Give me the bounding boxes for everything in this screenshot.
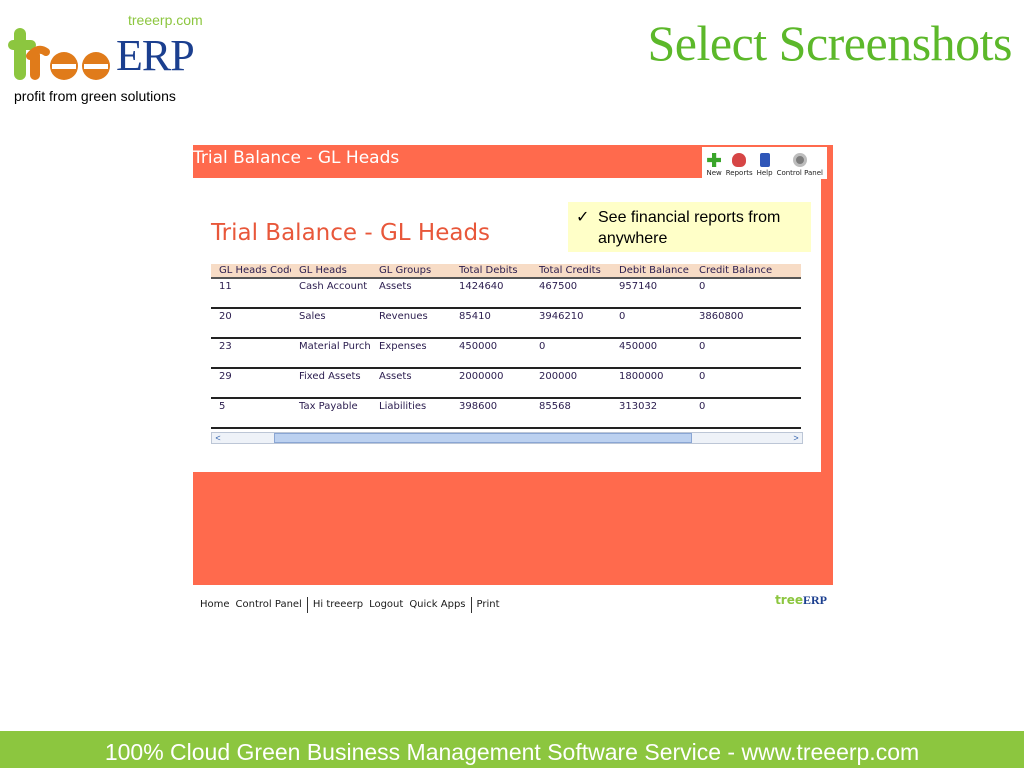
column-header[interactable]: GL Groups — [371, 265, 451, 276]
table-cell: 313032 — [619, 401, 658, 412]
callout-text: See financial reports from anywhere — [598, 209, 781, 247]
table-cell: Expenses — [379, 341, 427, 352]
plus-icon — [707, 153, 722, 167]
column-header[interactable]: Credit Balance — [691, 265, 801, 276]
toolbar: New Reports Help Control Panel — [702, 147, 827, 179]
report-title: Trial Balance - GL Heads — [211, 220, 491, 246]
footer-logo-tree: tree — [775, 593, 803, 607]
table-cell: 0 — [699, 341, 706, 352]
user-greeting: Hi treeerp — [312, 599, 364, 610]
table-cell: 29 — [219, 371, 232, 382]
table-cell: 0 — [699, 281, 706, 292]
table-cell: 85568 — [539, 401, 571, 412]
table-cell: 450000 — [459, 341, 498, 352]
check-icon: ✓ — [576, 209, 590, 226]
table-cell: 0 — [619, 311, 626, 322]
control-panel-link[interactable]: Control Panel — [233, 599, 305, 610]
table-cell: 0 — [539, 341, 546, 352]
column-header[interactable]: Total Debits — [451, 265, 531, 276]
table-cell: Sales — [299, 311, 326, 322]
table-cell: 0 — [699, 371, 706, 382]
reports-icon — [732, 153, 747, 167]
table-cell: 398600 — [459, 401, 498, 412]
table-cell: Cash Account — [299, 281, 368, 292]
table-cell: Revenues — [379, 311, 428, 322]
scrollbar-thumb[interactable] — [274, 433, 692, 443]
treeerp-logo: treeerp.com ERP profit from green soluti… — [8, 8, 228, 108]
table-cell: 3946210 — [539, 311, 584, 322]
table-cell: 1800000 — [619, 371, 664, 382]
table-cell: 0 — [699, 401, 706, 412]
help-button[interactable]: Help — [757, 147, 773, 177]
quick-apps-link[interactable]: Quick Apps — [406, 599, 468, 610]
scroll-left-arrow-icon[interactable]: < — [212, 433, 224, 443]
logo-tagline: profit from green solutions — [14, 88, 176, 104]
table-cell: 2000000 — [459, 371, 504, 382]
table-cell: 85410 — [459, 311, 491, 322]
nav-divider — [306, 596, 308, 613]
table-cell: 20 — [219, 311, 232, 322]
app-screenshot-frame: Trial Balance - GL Heads New Reports Hel… — [193, 145, 833, 624]
table-cell: 11 — [219, 281, 232, 292]
reports-button[interactable]: Reports — [726, 147, 753, 177]
tree-logo-mark — [8, 28, 110, 80]
table-cell: 3860800 — [699, 311, 744, 322]
table-cell: 5 — [219, 401, 226, 412]
logo-site-text: treeerp.com — [128, 12, 203, 28]
scroll-right-arrow-icon[interactable]: > — [790, 433, 802, 443]
control-panel-button[interactable]: Control Panel — [777, 147, 823, 177]
app-content: Trial Balance - GL Heads ✓ See financial… — [193, 178, 821, 472]
print-link[interactable]: Print — [474, 599, 503, 610]
table-row[interactable]: 20 Sales Revenues 85410 3946210 0 386080… — [211, 309, 801, 339]
help-book-icon — [759, 153, 770, 167]
window-title: Trial Balance - GL Heads — [193, 148, 400, 168]
table-cell: 450000 — [619, 341, 658, 352]
column-header[interactable]: GL Heads — [291, 265, 371, 276]
table-cell: 200000 — [539, 371, 578, 382]
horizontal-scrollbar[interactable]: < > — [211, 432, 803, 444]
footer-treeerp-logo: treeERP — [775, 593, 827, 608]
home-link[interactable]: Home — [197, 599, 233, 610]
table-row[interactable]: 29 Fixed Assets Assets 2000000 200000 18… — [211, 369, 801, 399]
table-cell: 467500 — [539, 281, 578, 292]
table-cell: 957140 — [619, 281, 658, 292]
bottom-banner: 100% Cloud Green Business Management Sof… — [0, 731, 1024, 768]
nav-divider — [470, 596, 472, 613]
column-header[interactable]: GL Heads Code — [211, 265, 291, 276]
reports-label: Reports — [725, 169, 753, 177]
control-panel-label: Control Panel — [776, 169, 823, 177]
table-cell: Assets — [379, 371, 412, 382]
page-heading: Select Screenshots — [647, 15, 1012, 71]
app-footer-nav: Home Control Panel Hi treeerp Logout Qui… — [193, 585, 833, 624]
new-button[interactable]: New — [706, 147, 722, 177]
logo-erp-text: ERP — [116, 31, 195, 80]
gear-icon — [792, 153, 807, 167]
table-cell: Tax Payable — [299, 401, 358, 412]
help-label: Help — [756, 169, 773, 177]
table-cell: 1424640 — [459, 281, 504, 292]
table-cell: Material Purchases — [299, 341, 371, 352]
table-header: GL Heads Code GL Heads GL Groups Total D… — [211, 264, 801, 279]
table-cell: 23 — [219, 341, 232, 352]
column-header[interactable]: Debit Balance — [611, 265, 691, 276]
table-row[interactable]: 5 Tax Payable Liabilities 398600 85568 3… — [211, 399, 801, 429]
table-cell: Liabilities — [379, 401, 427, 412]
footer-logo-erp: ERP — [803, 593, 827, 607]
new-label: New — [706, 169, 722, 177]
table-row[interactable]: 23 Material Purchases Expenses 450000 0 … — [211, 339, 801, 369]
trial-balance-table: GL Heads Code GL Heads GL Groups Total D… — [211, 264, 801, 429]
table-cell: Assets — [379, 281, 412, 292]
column-header[interactable]: Total Credits — [531, 265, 611, 276]
table-cell: Fixed Assets — [299, 371, 361, 382]
feature-callout: ✓ See financial reports from anywhere — [568, 202, 811, 252]
logout-link[interactable]: Logout — [366, 599, 406, 610]
table-row[interactable]: 11 Cash Account Assets 1424640 467500 95… — [211, 279, 801, 309]
